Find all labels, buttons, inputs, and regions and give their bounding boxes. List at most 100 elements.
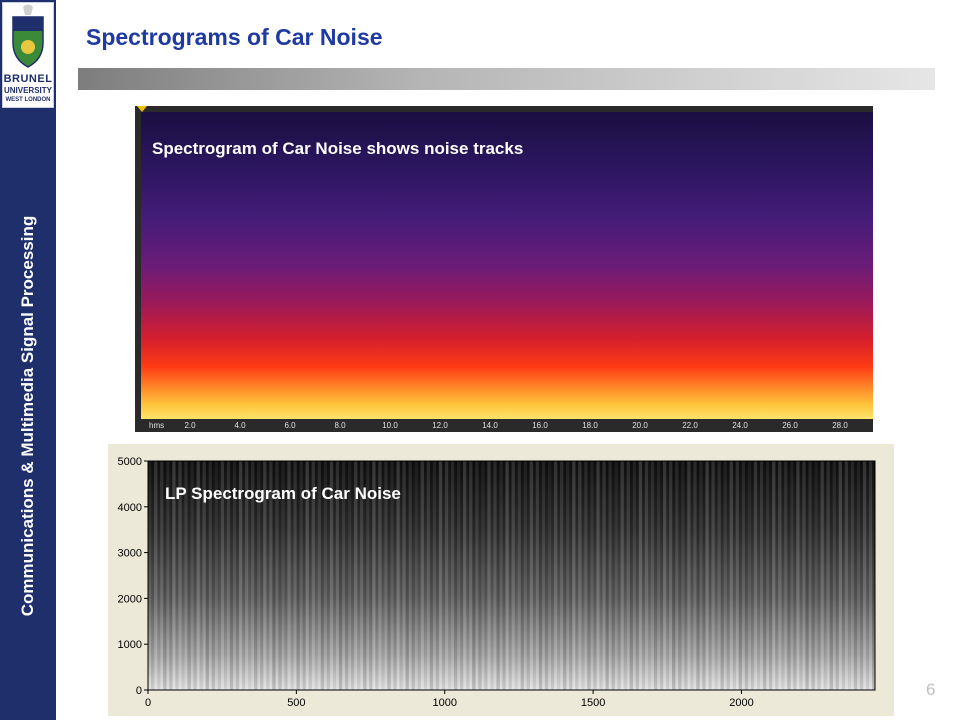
- spectral-streak: [553, 461, 558, 690]
- spectral-streak: [835, 461, 840, 690]
- slide-title: Spectrograms of Car Noise: [86, 24, 383, 50]
- spectral-streak: [493, 461, 497, 690]
- spectral-streak: [632, 461, 637, 690]
- spectral-streak: [832, 461, 837, 690]
- spectral-streak: [626, 461, 631, 690]
- x-tick-label: 0: [145, 697, 151, 709]
- spectral-streak: [796, 461, 800, 690]
- spectral-streak: [578, 461, 582, 690]
- spectral-streak: [702, 461, 706, 690]
- spectral-streak: [684, 461, 688, 690]
- time-axis-unit: hms: [149, 421, 165, 430]
- time-tick: 4.0: [234, 421, 246, 430]
- spectral-streak: [614, 461, 618, 690]
- spectral-streak: [696, 461, 700, 690]
- spectral-streak: [678, 461, 682, 690]
- spectral-streak: [541, 461, 546, 690]
- spectral-streak: [487, 461, 491, 690]
- spectral-streak: [653, 461, 658, 690]
- y-tick-label: 1000: [118, 639, 142, 651]
- spectral-streak: [681, 461, 685, 690]
- spectral-streak: [769, 461, 773, 690]
- spectral-streak: [859, 461, 864, 690]
- spectral-streak: [148, 461, 152, 690]
- spectral-streak: [441, 461, 446, 690]
- spectral-streak: [738, 461, 743, 690]
- spectral-streak: [744, 461, 749, 690]
- title-divider-bar: [78, 68, 935, 90]
- spectral-streak: [841, 461, 846, 690]
- spectral-streak: [693, 461, 697, 690]
- spectral-streak: [523, 461, 528, 690]
- spectral-streak: [862, 461, 867, 690]
- spectral-streak: [823, 461, 827, 690]
- spectrogram-top-caption: Spectrogram of Car Noise shows noise tra…: [152, 139, 524, 158]
- spectral-streak: [160, 461, 164, 690]
- spectral-streak: [414, 461, 419, 690]
- spectral-streak: [820, 461, 824, 690]
- spectral-streak: [868, 461, 873, 690]
- spectral-streak: [656, 461, 661, 690]
- spectral-streak: [599, 461, 603, 690]
- spectral-streak: [847, 461, 852, 690]
- spectral-streak: [157, 461, 161, 690]
- spectral-streak: [865, 461, 870, 690]
- spectral-streak: [663, 461, 667, 690]
- spectral-streak: [563, 461, 567, 690]
- lp-spectrogram-caption: LP Spectrogram of Car Noise: [165, 484, 401, 503]
- spectral-streak: [481, 461, 485, 690]
- spectral-streak: [617, 461, 621, 690]
- spectral-streak: [856, 461, 861, 690]
- y-axis: 0 1000 2000 3000 4000 5000: [118, 456, 148, 697]
- spectral-streak: [750, 461, 755, 690]
- spectral-streak: [781, 461, 785, 690]
- time-tick: 26.0: [782, 421, 798, 430]
- spectral-streak: [717, 461, 721, 690]
- spectral-streak: [811, 461, 815, 690]
- spectral-streak: [584, 461, 588, 690]
- spectral-streak: [729, 461, 734, 690]
- spectral-streak: [426, 461, 431, 690]
- x-tick-label: 500: [287, 697, 305, 709]
- spectral-streak: [432, 461, 437, 690]
- spectral-streak: [502, 461, 506, 690]
- x-tick-label: 2000: [729, 697, 753, 709]
- spectral-streak: [793, 461, 797, 690]
- time-tick: 10.0: [382, 421, 398, 430]
- spectral-streak: [762, 461, 767, 690]
- spectral-streak: [747, 461, 752, 690]
- spectral-streak: [535, 461, 540, 690]
- spectral-streak: [659, 461, 664, 690]
- spectral-streak: [575, 461, 579, 690]
- spectral-streak: [787, 461, 791, 690]
- spectral-streak: [457, 461, 461, 690]
- time-tick: 14.0: [482, 421, 498, 430]
- spectral-streak: [687, 461, 691, 690]
- spectral-streak: [714, 461, 718, 690]
- logo-text-west-london: WEST LONDON: [5, 97, 51, 103]
- time-tick: 2.0: [184, 421, 196, 430]
- spectral-streak: [629, 461, 634, 690]
- spectral-streak: [778, 461, 782, 690]
- spectral-streak: [705, 461, 709, 690]
- spectral-streak: [726, 461, 731, 690]
- spectral-streak: [429, 461, 434, 690]
- spectral-streak: [423, 461, 428, 690]
- y-tick-label: 0: [136, 685, 142, 697]
- spectral-streak: [590, 461, 594, 690]
- page-number: 6: [926, 680, 936, 699]
- spectral-streak: [472, 461, 476, 690]
- spectral-streak: [529, 461, 534, 690]
- spectral-streak: [408, 461, 412, 690]
- spectral-streak: [460, 461, 464, 690]
- y-tick-label: 4000: [118, 502, 142, 514]
- spectral-streak: [635, 461, 640, 690]
- time-tick: 12.0: [432, 421, 448, 430]
- spectral-streak: [775, 461, 779, 690]
- logo-text-university: UNIVERSITY: [3, 86, 52, 95]
- spectral-streak: [526, 461, 531, 690]
- x-tick-label: 1500: [581, 697, 605, 709]
- spectral-streak: [759, 461, 764, 690]
- spectral-streak: [817, 461, 821, 690]
- spectral-streak: [569, 461, 573, 690]
